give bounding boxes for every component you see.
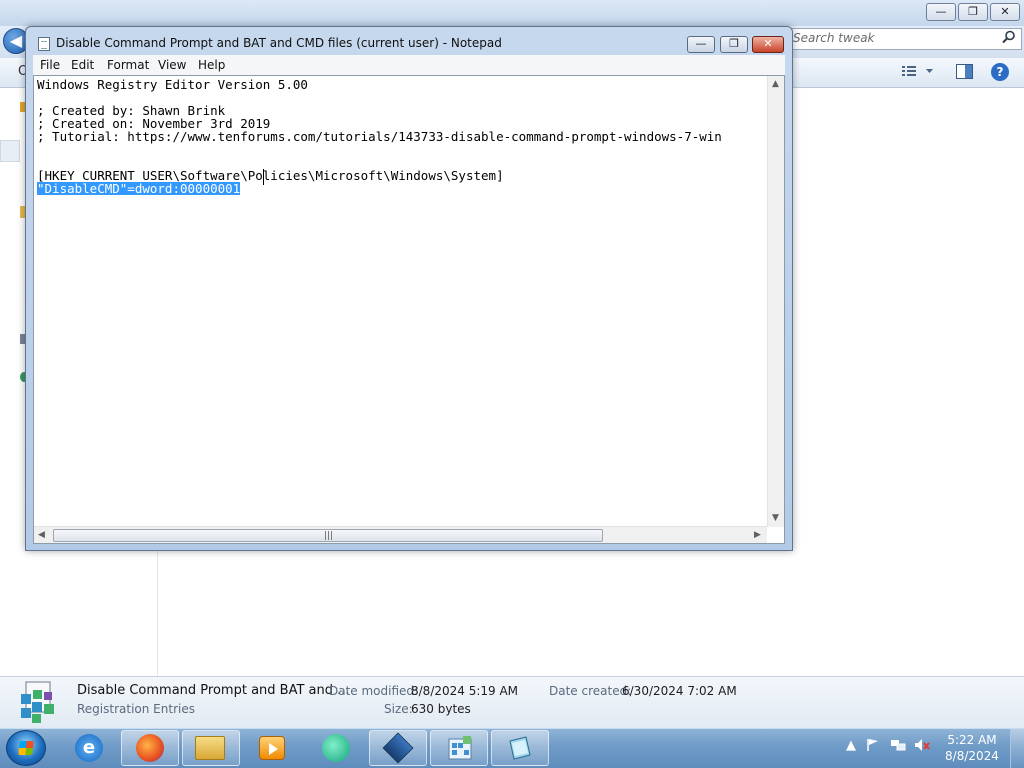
- text-cursor-ibeam: [260, 169, 268, 185]
- action-center-flag-icon[interactable]: [866, 738, 880, 756]
- explorer-titlebar: [0, 0, 1024, 26]
- explorer-close-button[interactable]: ✕: [990, 3, 1020, 21]
- horizontal-scroll-thumb[interactable]: |||: [53, 529, 603, 542]
- firefox-icon: [136, 734, 164, 762]
- notepad-maximize-button[interactable]: ❐: [720, 36, 748, 53]
- volume-muted-icon[interactable]: [914, 738, 930, 756]
- nav-item-selected[interactable]: [0, 140, 20, 162]
- notepad-close-button[interactable]: ✕: [752, 36, 784, 53]
- search-input[interactable]: Search tweak: [788, 28, 1022, 50]
- date-modified-label: Date modified:: [329, 684, 419, 698]
- date-modified-value: 8/8/2024 5:19 AM: [411, 684, 519, 698]
- menu-view[interactable]: View: [158, 58, 186, 72]
- clock-date: 8/8/2024: [945, 749, 999, 763]
- start-button[interactable]: [6, 730, 46, 766]
- scroll-grip-icon: |||: [324, 531, 334, 541]
- notepad-minimize-button[interactable]: —: [687, 36, 715, 53]
- horizontal-scrollbar[interactable]: ◀ ||| ▶: [34, 526, 767, 543]
- date-created-label: Date created:: [549, 684, 632, 698]
- notepad-window: Disable Command Prompt and BAT and CMD f…: [25, 26, 793, 551]
- registry-file-icon: [18, 680, 62, 724]
- search-icon[interactable]: [1002, 30, 1016, 48]
- folder-icon: [195, 736, 225, 760]
- selected-text-line: "DisableCMD"=dword:00000001: [37, 181, 241, 196]
- scroll-right-arrow-icon[interactable]: ▶: [754, 530, 761, 540]
- text-editor-area[interactable]: Windows Registry Editor Version 5.00 ; C…: [33, 75, 785, 544]
- clock-time: 5:22 AM: [947, 733, 997, 747]
- network-tray-icon[interactable]: [890, 738, 906, 756]
- registry-icon: [446, 735, 474, 761]
- scroll-down-arrow-icon[interactable]: ▼: [772, 513, 779, 523]
- menu-edit[interactable]: Edit: [71, 58, 94, 72]
- preview-pane-icon[interactable]: [956, 64, 973, 83]
- change-view-icon[interactable]: [902, 64, 934, 82]
- menu-format[interactable]: Format: [107, 58, 149, 72]
- clock[interactable]: 5:22 AM 8/8/2024: [944, 732, 1000, 764]
- size-value: 630 bytes: [411, 702, 471, 716]
- scroll-left-arrow-icon[interactable]: ◀: [38, 530, 45, 540]
- show-hidden-icons-arrow-icon[interactable]: ▲: [846, 738, 856, 753]
- details-file-type: Registration Entries: [77, 702, 195, 716]
- ie-icon: e: [75, 734, 103, 762]
- notepad-titlebar[interactable]: Disable Command Prompt and BAT and CMD f…: [26, 27, 792, 57]
- size-label: Size:: [384, 702, 413, 716]
- scroll-up-arrow-icon[interactable]: ▲: [772, 79, 779, 89]
- notepad-title: Disable Command Prompt and BAT and CMD f…: [56, 36, 502, 50]
- explorer-restore-button[interactable]: ❐: [958, 3, 988, 21]
- menu-bar: File Edit Format View Help: [33, 55, 785, 75]
- vertical-scrollbar[interactable]: ▲ ▼: [767, 76, 784, 527]
- text-line: ; Tutorial: https://www.tenforums.com/tu…: [37, 129, 722, 144]
- menu-file[interactable]: File: [40, 58, 60, 72]
- help-icon[interactable]: ?: [991, 63, 1009, 81]
- notepad-icon: [506, 735, 534, 761]
- media-player-icon: [259, 736, 285, 760]
- details-file-name: Disable Command Prompt and BAT and ...: [77, 683, 350, 698]
- date-created-value: 6/30/2024 7:02 AM: [622, 684, 737, 698]
- text-line: Windows Registry Editor Version 5.00: [37, 77, 308, 92]
- explorer-minimize-button[interactable]: —: [926, 3, 956, 21]
- notepad-app-icon[interactable]: [38, 37, 50, 51]
- chat-bubble-icon: [322, 734, 350, 762]
- show-desktop-button[interactable]: [1010, 729, 1024, 768]
- menu-help[interactable]: Help: [198, 58, 225, 72]
